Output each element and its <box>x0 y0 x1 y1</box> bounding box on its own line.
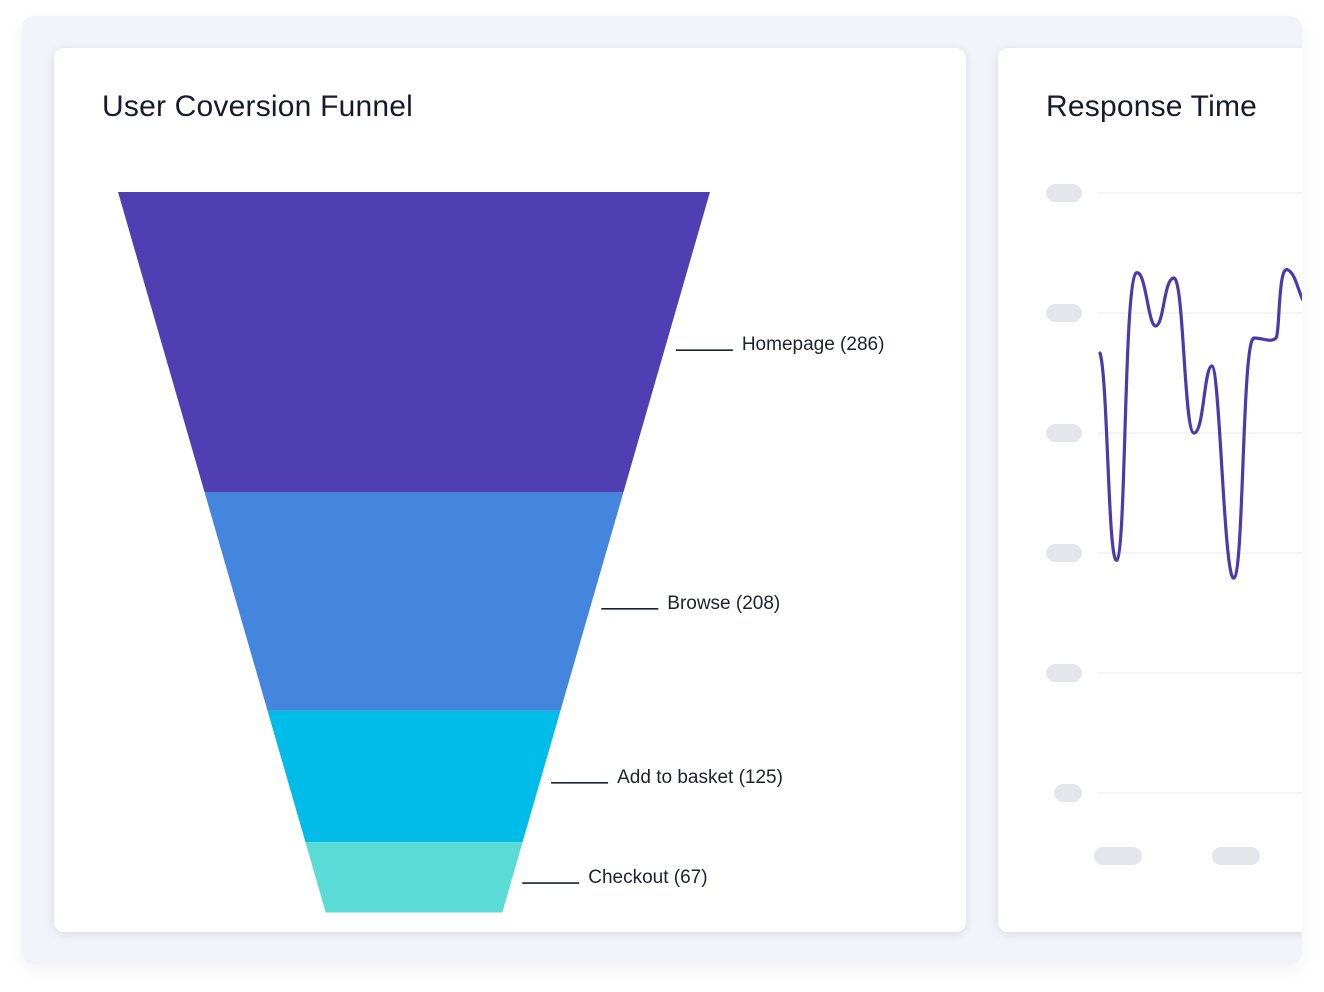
funnel-stage-label: Homepage (286) <box>742 334 885 355</box>
funnel-stage-3 <box>267 710 561 843</box>
funnel-stage-4 <box>305 842 523 913</box>
y-tick-placeholder <box>1054 784 1082 802</box>
response-time-chart <box>1046 184 1302 865</box>
funnel-stage-2 <box>204 492 624 711</box>
dashboard-frame: User Coversion Funnel Homepage (286) Brow… <box>22 16 1302 964</box>
y-tick-placeholder <box>1046 664 1082 682</box>
y-tick-placeholder <box>1046 304 1082 322</box>
response-time-line <box>1098 268 1302 580</box>
funnel-chart: Homepage (286) Browse (208) Add to basket … <box>118 192 885 913</box>
x-tick-placeholder <box>1094 847 1142 865</box>
funnel-stage-label: Browse (208) <box>667 593 780 614</box>
x-tick-placeholder <box>1212 847 1260 865</box>
funnel-stage-1 <box>118 192 710 493</box>
y-tick-placeholder <box>1046 544 1082 562</box>
y-tick-placeholder <box>1046 184 1082 202</box>
funnel-stage-label: Checkout (67) <box>588 867 707 888</box>
y-tick-placeholder <box>1046 424 1082 442</box>
response-time-card: Response Time <box>998 48 1302 932</box>
funnel-stage-label: Add to basket (125) <box>617 767 783 788</box>
funnel-card: User Coversion Funnel Homepage (286) Brow… <box>54 48 966 932</box>
